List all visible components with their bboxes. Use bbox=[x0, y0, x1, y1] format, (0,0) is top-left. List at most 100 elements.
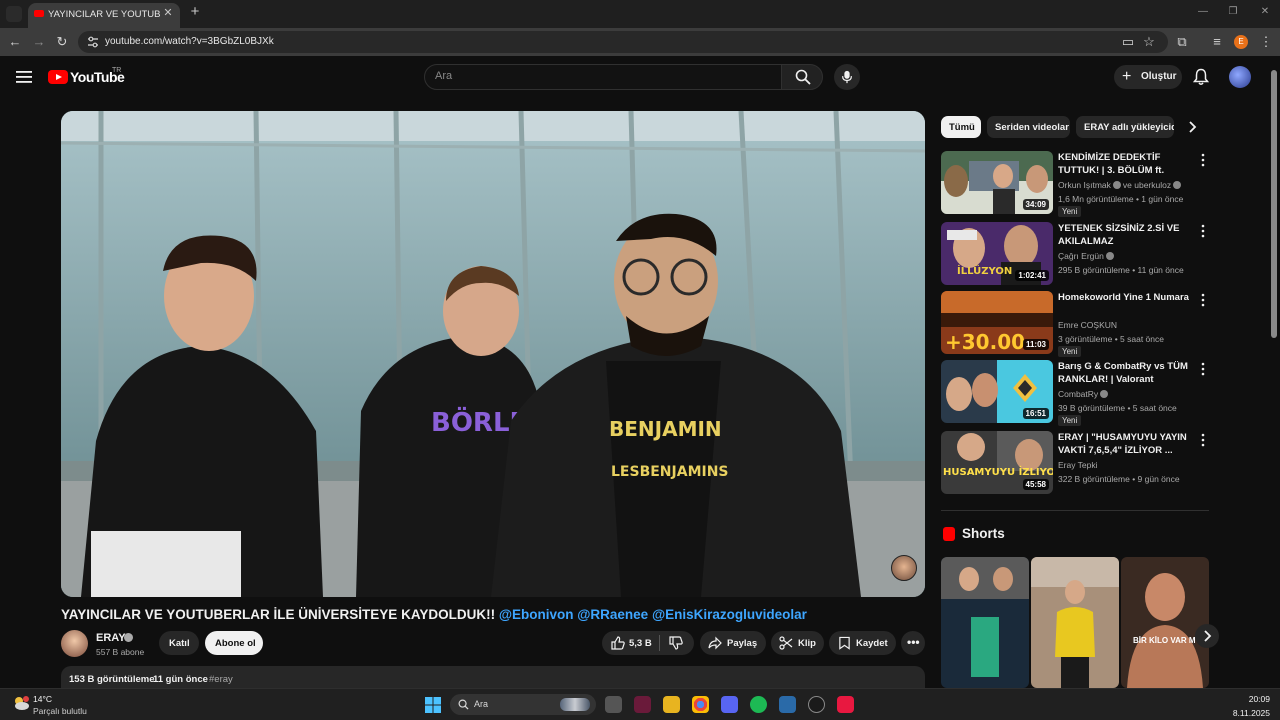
channel-name[interactable]: ERAY bbox=[96, 632, 126, 644]
save-button[interactable]: Kaydet bbox=[829, 631, 896, 655]
extensions-icon[interactable]: ⧉ bbox=[1174, 34, 1190, 50]
recommended-video[interactable]: 16:51 Barış G & CombatRy vs TÜM RANKLAR!… bbox=[941, 360, 1211, 426]
browser-tab[interactable]: YAYINCILAR VE YOUTUBERLAR ✕ bbox=[28, 3, 180, 28]
reload-icon[interactable]: ↻ bbox=[54, 34, 70, 50]
more-vertical-icon[interactable] bbox=[1199, 293, 1207, 307]
youtube-logo[interactable]: YouTube TR bbox=[48, 67, 128, 87]
like-thumb-icon[interactable] bbox=[611, 636, 625, 650]
app-icon[interactable] bbox=[634, 696, 651, 713]
reading-list-icon[interactable]: ≡ bbox=[1209, 34, 1225, 50]
account-avatar[interactable] bbox=[1229, 66, 1251, 88]
tab-close-icon[interactable]: ✕ bbox=[162, 7, 174, 19]
more-vertical-icon[interactable] bbox=[1199, 153, 1207, 167]
channel-line[interactable]: Çağrı Ergün bbox=[1058, 251, 1116, 261]
page-scrollbar[interactable] bbox=[1268, 56, 1280, 688]
forward-icon[interactable]: → bbox=[31, 34, 47, 50]
menu-icon[interactable] bbox=[16, 70, 32, 84]
task-view-icon[interactable] bbox=[605, 696, 622, 713]
weather-cloud-icon[interactable] bbox=[12, 695, 30, 711]
channel-collab[interactable]: ve uberkuloz bbox=[1123, 180, 1171, 190]
verified-check-icon bbox=[1100, 390, 1109, 398]
channel-line[interactable]: Orkun Işıtmak ve uberkuloz bbox=[1058, 180, 1183, 190]
channel-avatar[interactable] bbox=[61, 630, 88, 657]
video-thumbnail[interactable]: İLLÜZYON 1:02:41 bbox=[941, 222, 1053, 285]
subscribe-button[interactable]: Abone ol bbox=[205, 631, 263, 655]
new-tab-button[interactable]: + bbox=[188, 4, 202, 19]
steam-icon[interactable] bbox=[808, 696, 825, 713]
back-icon[interactable]: ← bbox=[7, 34, 23, 50]
chrome-icon[interactable] bbox=[692, 696, 709, 713]
search-box[interactable] bbox=[424, 64, 782, 90]
more-vertical-icon[interactable] bbox=[1199, 362, 1207, 376]
discord-icon[interactable] bbox=[721, 696, 738, 713]
channel-name[interactable]: Emre COŞKUN bbox=[1058, 320, 1117, 330]
chip-all[interactable]: Tümü bbox=[941, 116, 981, 138]
video-meta: 1,6 Mn görüntüleme • 1 gün önce bbox=[1058, 194, 1184, 204]
system-clock[interactable]: 20:09 8.11.2025 bbox=[1233, 694, 1270, 718]
video-title[interactable]: Barış G & CombatRy vs TÜM RANKLAR! | Val… bbox=[1058, 360, 1198, 386]
video-title[interactable]: YETENEK SİZSİNİZ 2.Sİ VE AKILALMAZ SİHİR… bbox=[1058, 222, 1198, 248]
chip-series[interactable]: Seriden videolar bbox=[987, 116, 1070, 138]
chevron-right-icon[interactable] bbox=[1185, 120, 1199, 134]
video-title[interactable]: Homekoworld Yine 1 Numara bbox=[1058, 291, 1198, 304]
verified-check-icon bbox=[1173, 181, 1182, 189]
video-title-mentions[interactable]: @Ebonivon @RRaenee @EnisKirazogluvideola… bbox=[499, 607, 807, 622]
voice-search-button[interactable] bbox=[834, 64, 860, 90]
join-button[interactable]: Katıl bbox=[159, 631, 199, 655]
video-thumbnail[interactable]: +30.00 11:03 bbox=[941, 291, 1053, 354]
more-actions-button[interactable]: ••• bbox=[901, 631, 925, 655]
windows-start-icon[interactable] bbox=[425, 697, 441, 713]
channel-watermark-avatar[interactable] bbox=[891, 555, 917, 581]
chip-uploader[interactable]: ERAY adlı yükleyiciden bbox=[1076, 116, 1174, 138]
address-bar[interactable]: youtube.com/watch?v=3BGbZL0BJXk bbox=[78, 31, 1168, 53]
dislike-thumb-icon[interactable] bbox=[669, 636, 683, 650]
cast-icon[interactable]: ▭ bbox=[1120, 34, 1136, 50]
file-explorer-icon[interactable] bbox=[663, 696, 680, 713]
clip-button[interactable]: Klip bbox=[771, 631, 824, 655]
notifications-bell-icon[interactable] bbox=[1193, 68, 1209, 86]
recommended-video[interactable]: +30.00 11:03 Homekoworld Yine 1 Numara E… bbox=[941, 291, 1211, 357]
bookmark-star-icon[interactable]: ☆ bbox=[1141, 34, 1157, 50]
recommended-video[interactable]: HUSAMYUYU İZLIYOR 45:58 ERAY | "HUSAMYUY… bbox=[941, 431, 1211, 495]
taskbar-search[interactable]: Ara bbox=[450, 694, 596, 715]
app-icon[interactable] bbox=[779, 696, 796, 713]
browser-profile-avatar[interactable]: E bbox=[1234, 35, 1248, 49]
video-thumbnail[interactable]: 16:51 bbox=[941, 360, 1053, 423]
restore-icon[interactable]: ❐ bbox=[1226, 5, 1240, 19]
short-video[interactable]: BİR KİLO VAR M bbox=[1121, 557, 1209, 688]
video-title[interactable]: ERAY | "HUSAMYUYU YAYIN VAKTİ 7,6,5,4" İ… bbox=[1058, 431, 1198, 457]
like-count[interactable]: 5,3 B bbox=[629, 638, 652, 649]
hashtag-link[interactable]: #eray bbox=[209, 674, 233, 685]
minimize-icon[interactable]: — bbox=[1196, 5, 1210, 19]
video-title[interactable]: KENDİMİZE DEDEKTİF TUTTUK! | 3. BÖLÜM ft… bbox=[1058, 151, 1198, 177]
channel-line[interactable]: CombatRy bbox=[1058, 389, 1110, 399]
browser-menu-icon[interactable]: ⋮ bbox=[1258, 34, 1274, 50]
search-button[interactable] bbox=[781, 64, 823, 90]
channel-name[interactable]: CombatRy bbox=[1058, 389, 1098, 399]
video-player[interactable]: BÖRLE BENJAMIN LESBENJAMINS bbox=[61, 111, 925, 597]
channel-name[interactable]: Çağrı Ergün bbox=[1058, 251, 1104, 261]
create-button[interactable]: + Oluştur bbox=[1114, 65, 1182, 89]
spotify-icon[interactable] bbox=[750, 696, 767, 713]
video-thumbnail[interactable]: HUSAMYUYU İZLIYOR 45:58 bbox=[941, 431, 1053, 494]
valorant-icon[interactable] bbox=[837, 696, 854, 713]
recommended-video[interactable]: 34:09 KENDİMİZE DEDEKTİF TUTTUK! | 3. BÖ… bbox=[941, 151, 1211, 217]
video-thumbnail[interactable]: 34:09 bbox=[941, 151, 1053, 214]
scrollbar-thumb[interactable] bbox=[1271, 70, 1277, 338]
verified-check-icon bbox=[1112, 181, 1121, 189]
recommended-video[interactable]: İLLÜZYON 1:02:41 YETENEK SİZSİNİZ 2.Sİ V… bbox=[941, 222, 1211, 286]
close-window-icon[interactable]: ✕ bbox=[1258, 5, 1272, 19]
more-vertical-icon[interactable] bbox=[1199, 433, 1207, 447]
channel-name[interactable]: Orkun Işıtmak bbox=[1058, 180, 1111, 190]
shorts-next-button[interactable] bbox=[1195, 624, 1219, 648]
site-info-icon[interactable] bbox=[86, 35, 100, 49]
channel-name[interactable]: Eray Tepki bbox=[1058, 460, 1098, 470]
weather-temperature[interactable]: 14°C bbox=[33, 694, 52, 704]
short-video[interactable] bbox=[941, 557, 1029, 688]
more-vertical-icon[interactable] bbox=[1199, 224, 1207, 238]
search-input[interactable] bbox=[435, 70, 765, 82]
short-video[interactable] bbox=[1031, 557, 1119, 688]
weather-description[interactable]: Parçalı bulutlu bbox=[33, 706, 87, 716]
tab-search-button[interactable] bbox=[6, 6, 22, 22]
share-button[interactable]: Paylaş bbox=[700, 631, 766, 655]
